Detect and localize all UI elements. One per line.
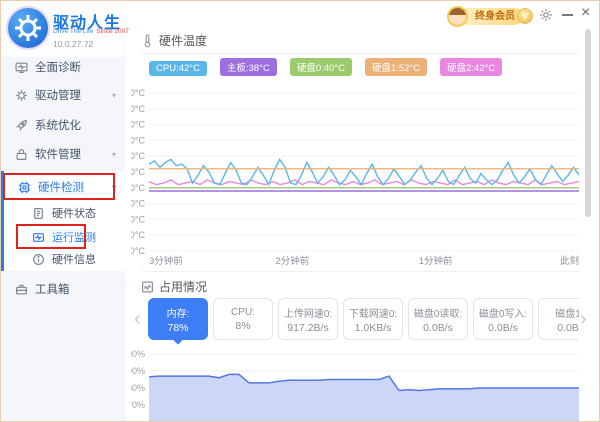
monitor-pulse-icon bbox=[15, 61, 28, 74]
usage-chart-icon bbox=[141, 280, 154, 294]
vip-coin-icon: V bbox=[517, 8, 533, 24]
legend-chip-硬盘1: 硬盘1:52°C bbox=[365, 58, 427, 76]
usage-card-disk1[interactable]: 磁盘10.0B bbox=[538, 298, 579, 340]
temperature-chart: 100°C 90°C 80°C 70°C 60°C 50°C 40°C 30°C 20°C 10°… bbox=[131, 87, 586, 269]
usage-card-upload[interactable]: 上传网速0:917.2B/s bbox=[278, 298, 338, 340]
usage-card-memory[interactable]: 内存:78% bbox=[148, 298, 208, 340]
legend-chip-硬盘0: 硬盘0:40°C bbox=[290, 58, 352, 76]
y-tick-label: 90°C bbox=[131, 104, 146, 114]
sidebar-item-optimize[interactable]: 系统优化 bbox=[1, 113, 126, 137]
sidebar-item-label: 全面诊断 bbox=[35, 59, 81, 75]
cards-prev-button[interactable]: ‹ bbox=[134, 304, 141, 334]
y-tick-label: 70% bbox=[131, 400, 145, 410]
usage-card-cpu[interactable]: CPU:8% bbox=[213, 298, 273, 340]
legend-chip-主板: 主板:38°C bbox=[220, 58, 277, 76]
sidebar-item-hardware-info[interactable]: 硬件信息 bbox=[4, 247, 126, 271]
gear-icon bbox=[15, 89, 28, 102]
y-tick-label: 50°C bbox=[131, 167, 146, 177]
minimize-button[interactable] bbox=[562, 14, 573, 16]
temp-legend: CPU:42°C 主板:38°C 硬盘0:40°C 硬盘1:52°C 硬盘2:42°C bbox=[149, 58, 515, 76]
usage-section-header: 占用情况 bbox=[141, 278, 207, 295]
sidebar-item-diagnose[interactable]: 全面诊断 bbox=[1, 55, 126, 79]
sidebar-item-label: 软件管理 bbox=[35, 146, 81, 162]
sidebar-item-label: 驱动管理 bbox=[35, 87, 81, 103]
x-tick-label: 2分钟前 bbox=[275, 255, 309, 267]
app-version: 10.0.27.72 bbox=[53, 39, 93, 49]
usage-cards-row: 内存:78% CPU:8% 上传网速0:917.2B/s 下载网速0:1.0KB… bbox=[148, 298, 579, 348]
vertical-scrollbar[interactable] bbox=[585, 29, 591, 217]
usage-section-title: 占用情况 bbox=[159, 278, 207, 295]
document-icon bbox=[32, 207, 45, 220]
y-tick-label: 100°C bbox=[131, 88, 145, 98]
lock-icon bbox=[15, 148, 28, 161]
app-logo: 驱动人生 Drive The LifeSince 2007 10.0.27.72 bbox=[1, 1, 126, 57]
y-tick-label: 40°C bbox=[131, 183, 146, 193]
divider bbox=[141, 271, 579, 272]
sidebar-item-toolbox[interactable]: 工具箱 bbox=[1, 277, 126, 301]
app-tagline: Drive The Life bbox=[53, 28, 93, 35]
sidebar: 全面诊断 驱动管理 ▾ 系统优化 软件管理 ▾ 硬件检测 ▾ 硬件状态 bbox=[1, 1, 126, 422]
sidebar-item-label: 工具箱 bbox=[35, 281, 70, 297]
temp-section-header: 硬件温度 bbox=[141, 32, 207, 49]
y-tick-label: 60°C bbox=[131, 151, 146, 161]
settings-gear-icon[interactable] bbox=[539, 8, 553, 27]
sidebar-item-label: 硬件信息 bbox=[52, 251, 96, 267]
x-tick-label: 此刻 bbox=[560, 255, 579, 267]
y-tick-label: 20°C bbox=[131, 214, 146, 224]
y-tick-label: 0°C bbox=[131, 246, 145, 256]
y-tick-label: 80°C bbox=[131, 120, 146, 130]
legend-chip-硬盘2: 硬盘2:42°C bbox=[440, 58, 502, 76]
memory-area-fill bbox=[149, 374, 579, 422]
y-tick-label: 80% bbox=[131, 383, 145, 393]
toolbox-icon bbox=[15, 283, 28, 296]
sidebar-item-software[interactable]: 软件管理 ▾ bbox=[1, 142, 126, 166]
y-tick-label: 90% bbox=[131, 366, 145, 376]
y-tick-label: 100% bbox=[131, 349, 145, 359]
chevron-down-icon: ▾ bbox=[112, 91, 116, 100]
temp-section-title: 硬件温度 bbox=[159, 32, 207, 49]
usage-card-disk0-write[interactable]: 磁盘0写入:0.0B/s bbox=[473, 298, 533, 340]
usage-card-disk0-read[interactable]: 磁盘0读取:0.0B/s bbox=[408, 298, 468, 340]
chevron-down-icon: ▾ bbox=[112, 150, 116, 159]
y-tick-label: 70°C bbox=[131, 135, 146, 145]
memory-usage-chart: 100% 90% 80% 70% bbox=[131, 348, 586, 422]
user-avatar[interactable] bbox=[447, 6, 468, 27]
divider bbox=[141, 53, 579, 54]
usage-card-download[interactable]: 下载网速0:1.0KB/s bbox=[343, 298, 403, 340]
y-tick-label: 10°C bbox=[131, 230, 146, 240]
rocket-icon bbox=[15, 119, 28, 132]
annotation-box-run-monitor bbox=[16, 224, 86, 249]
sidebar-item-label: 硬件状态 bbox=[52, 205, 96, 221]
y-tick-label: 30°C bbox=[131, 199, 146, 209]
annotation-box-hardware-detect bbox=[3, 173, 115, 200]
sidebar-item-label: 系统优化 bbox=[35, 117, 81, 133]
legend-chip-CPU: CPU:42°C bbox=[149, 61, 207, 76]
app-since: Since 2007 bbox=[96, 28, 129, 35]
x-tick-label: 1分钟前 bbox=[419, 255, 453, 267]
sidebar-item-driver[interactable]: 驱动管理 ▾ bbox=[1, 83, 126, 107]
sidebar-item-hardware-status[interactable]: 硬件状态 bbox=[4, 201, 126, 225]
close-button[interactable]: × bbox=[581, 4, 590, 22]
app-window: 全面诊断 驱动管理 ▾ 系统优化 软件管理 ▾ 硬件检测 ▾ 硬件状态 bbox=[0, 0, 600, 422]
info-icon bbox=[32, 253, 45, 266]
logo-gear-icon bbox=[8, 8, 48, 48]
cards-next-button[interactable]: › bbox=[580, 304, 587, 334]
thermometer-icon bbox=[141, 34, 154, 48]
x-tick-label: 3分钟前 bbox=[149, 255, 183, 267]
